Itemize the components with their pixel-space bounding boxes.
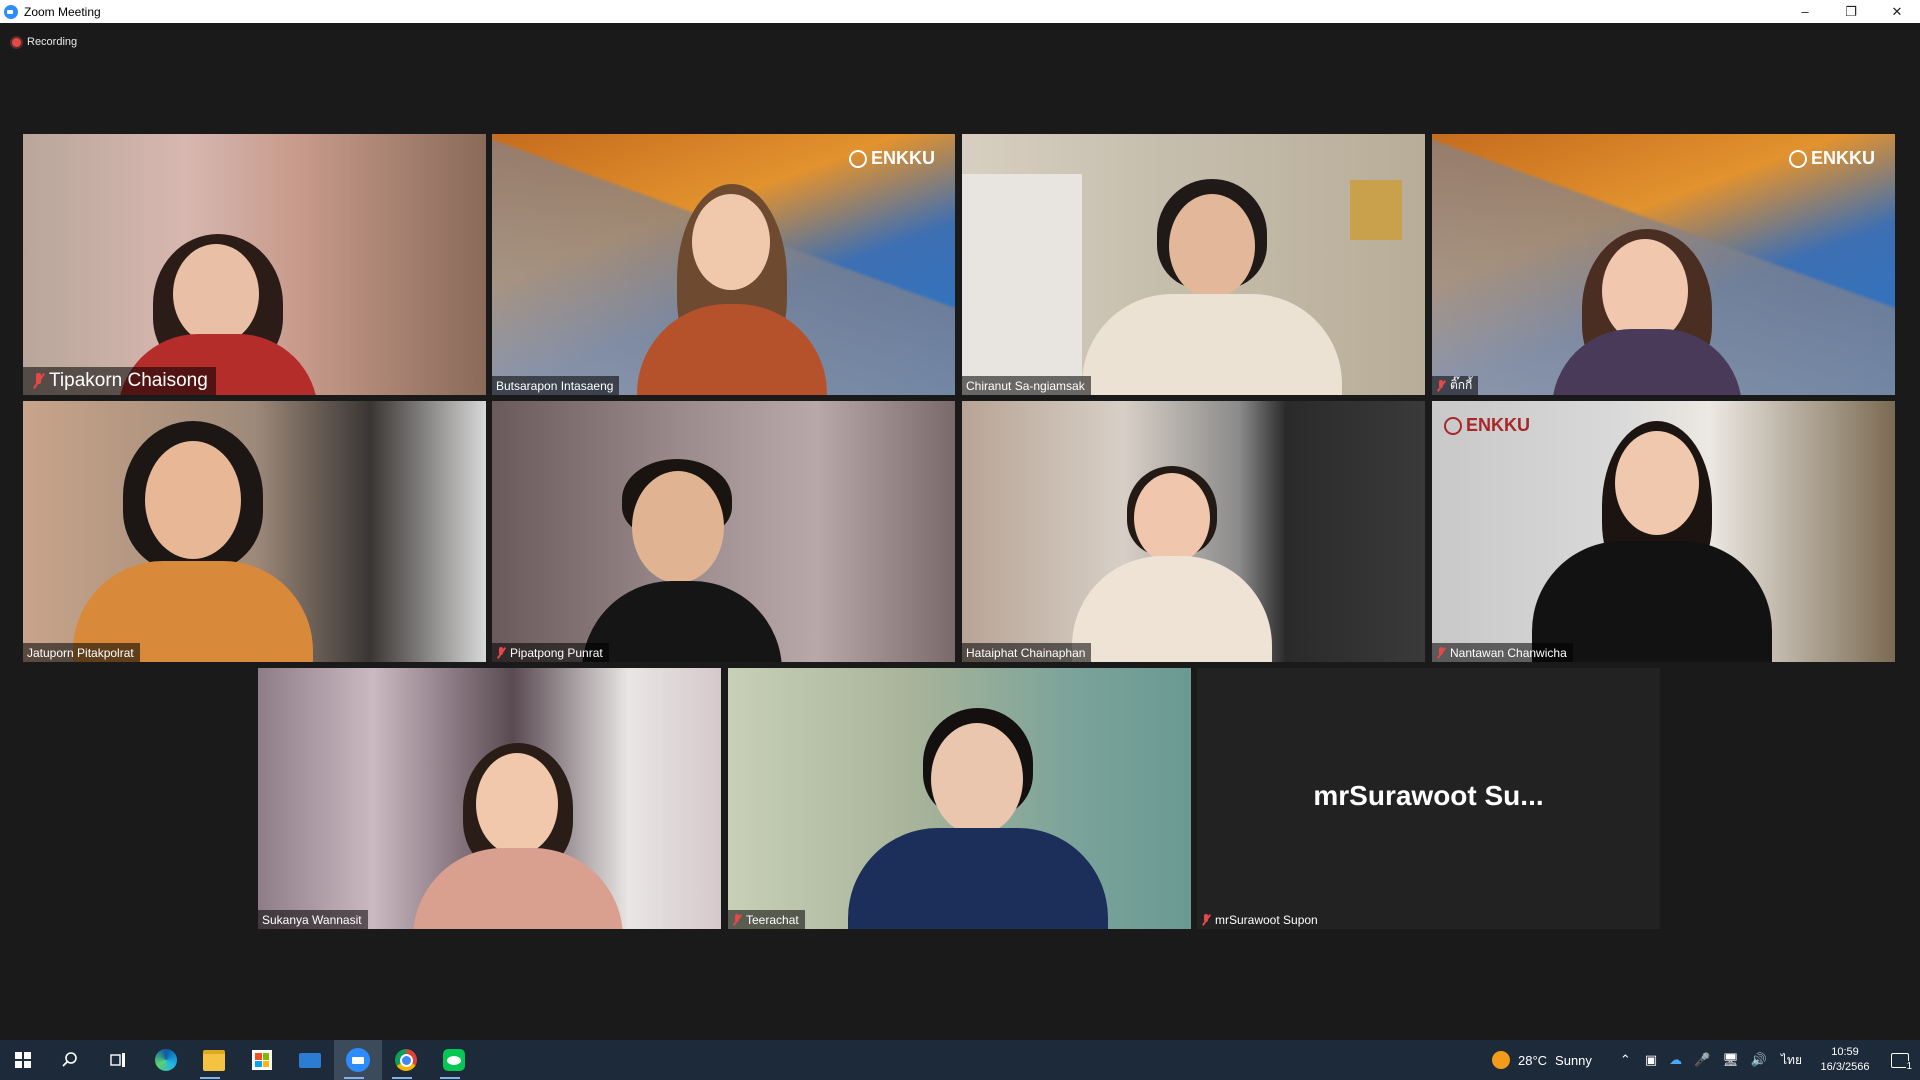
participant-name: Tipakorn Chaisong [23, 367, 216, 395]
video-tile-teerachat[interactable]: Teerachat [728, 668, 1191, 929]
enkku-logo: ENKKU [848, 148, 935, 169]
participant-name-label: Chiranut Sa-ngiamsak [966, 378, 1085, 393]
clock[interactable]: 10:59 16/3/2566 [1810, 1045, 1880, 1075]
video-tile-tikki[interactable]: ENKKU ติ๊กกี้ [1432, 134, 1895, 395]
title-bar: Zoom Meeting – ❐ ✕ [0, 0, 1920, 23]
notification-count: 1 [1906, 1061, 1912, 1072]
video-tile-hataiphat[interactable]: Hataiphat Chainaphan [962, 401, 1425, 662]
weather-temp: 28°C [1518, 1052, 1548, 1068]
recording-label: Recording [27, 36, 78, 48]
meet-now-icon[interactable]: ▣ [1645, 1052, 1657, 1068]
participant-name: Butsarapon Intasaeng [492, 376, 620, 395]
participant-name-label: Teerachat [746, 912, 799, 927]
network-icon[interactable]: 🖥 [1722, 1052, 1739, 1068]
search-icon[interactable] [46, 1040, 94, 1080]
file-explorer-icon[interactable] [190, 1040, 238, 1080]
minimize-button[interactable]: – [1782, 0, 1828, 23]
video-tile-chiranut[interactable]: Chiranut Sa-ngiamsak [962, 134, 1425, 395]
video-tile-sukanya[interactable]: Sukanya Wannasit [258, 668, 721, 929]
restore-button[interactable]: ❐ [1828, 0, 1874, 23]
system-tray: 28°C Sunny ⌃ ▣ ☁ 🎤 🖥 🔊 ไทย 10:59 16/3/25… [1492, 1040, 1920, 1080]
clock-time: 10:59 [1831, 1046, 1859, 1058]
mic-muted-icon [31, 373, 45, 389]
edge-icon[interactable] [142, 1040, 190, 1080]
seal-icon [1444, 416, 1462, 435]
video-tile-butsarapon[interactable]: ENKKU Butsarapon Intasaeng [492, 134, 955, 395]
line-app-icon[interactable] [430, 1040, 478, 1080]
video-tile-tipakorn[interactable]: Tipakorn Chaisong [23, 134, 486, 395]
volume-icon[interactable]: 🔊 [1751, 1052, 1767, 1068]
windows-taskbar: 28°C Sunny ⌃ ▣ ☁ 🎤 🖥 🔊 ไทย 10:59 16/3/25… [0, 1040, 1920, 1080]
video-tile-surawoot[interactable]: mrSurawoot Su... mrSurawoot Supon [1197, 668, 1660, 929]
participant-name-label: mrSurawoot Supon [1215, 912, 1318, 927]
chrome-icon[interactable] [382, 1040, 430, 1080]
enkku-logo: ENKKU [1444, 415, 1530, 436]
mic-muted-icon [496, 646, 506, 659]
task-view-icon[interactable] [94, 1040, 142, 1080]
participant-name: Jatuporn Pitakpolrat [23, 643, 140, 662]
mic-muted-icon [1201, 913, 1211, 926]
chevron-up-icon[interactable]: ⌃ [1620, 1052, 1631, 1068]
windows-start-icon[interactable] [0, 1040, 46, 1080]
sun-icon [1492, 1051, 1510, 1069]
enkku-logo: ENKKU [1788, 148, 1875, 169]
video-tile-pipatpong[interactable]: Pipatpong Punrat [492, 401, 955, 662]
zoom-logo-icon [4, 4, 18, 19]
participant-name: Chiranut Sa-ngiamsak [962, 376, 1091, 395]
microsoft-store-icon[interactable] [238, 1040, 286, 1080]
close-button[interactable]: ✕ [1874, 0, 1920, 23]
participant-name: mrSurawoot Supon [1197, 910, 1324, 929]
participant-name-label: Tipakorn Chaisong [49, 370, 208, 391]
participant-name: Nantawan Chanwicha [1432, 643, 1573, 662]
microphone-icon[interactable]: 🎤 [1694, 1052, 1710, 1068]
participant-name: Pipatpong Punrat [492, 643, 609, 662]
participant-name-label: Nantawan Chanwicha [1450, 645, 1567, 660]
mic-muted-icon [1436, 646, 1446, 659]
weather-widget[interactable]: 28°C Sunny [1492, 1051, 1592, 1069]
recording-indicator[interactable]: Recording [12, 36, 77, 48]
participant-name: ติ๊กกี้ [1432, 376, 1479, 395]
participant-name: Hataiphat Chainaphan [962, 643, 1092, 662]
onedrive-icon[interactable]: ☁ [1669, 1052, 1682, 1068]
mail-icon[interactable] [286, 1040, 334, 1080]
participant-name-label: Hataiphat Chainaphan [966, 645, 1086, 660]
participant-name-label: ติ๊กกี้ [1450, 378, 1473, 392]
window-title: Zoom Meeting [24, 4, 101, 19]
video-off-display-name: mrSurawoot Su... [1313, 780, 1544, 811]
participant-name-label: Jatuporn Pitakpolrat [27, 645, 134, 660]
participant-name-label: Pipatpong Punrat [510, 645, 603, 660]
mic-muted-icon [1436, 379, 1446, 392]
weather-condition: Sunny [1555, 1052, 1592, 1068]
mic-muted-icon [732, 913, 742, 926]
notifications-icon[interactable]: 1 [1880, 1040, 1920, 1080]
participant-name: Teerachat [728, 910, 805, 929]
participant-name: Sukanya Wannasit [258, 910, 368, 929]
video-tile-jatuporn[interactable]: Jatuporn Pitakpolrat [23, 401, 486, 662]
input-language[interactable]: ไทย [1781, 1051, 1802, 1070]
seal-icon [1788, 149, 1807, 168]
record-icon [12, 37, 21, 47]
window-controls: – ❐ ✕ [1782, 0, 1920, 23]
participant-name-label: Sukanya Wannasit [262, 912, 362, 927]
participant-name-label: Butsarapon Intasaeng [496, 378, 614, 393]
video-tile-nantawan[interactable]: ENKKU Nantawan Chanwicha [1432, 401, 1895, 662]
clock-date: 16/3/2566 [1820, 1061, 1870, 1073]
zoom-app-icon[interactable] [334, 1040, 382, 1080]
seal-icon [848, 149, 867, 168]
